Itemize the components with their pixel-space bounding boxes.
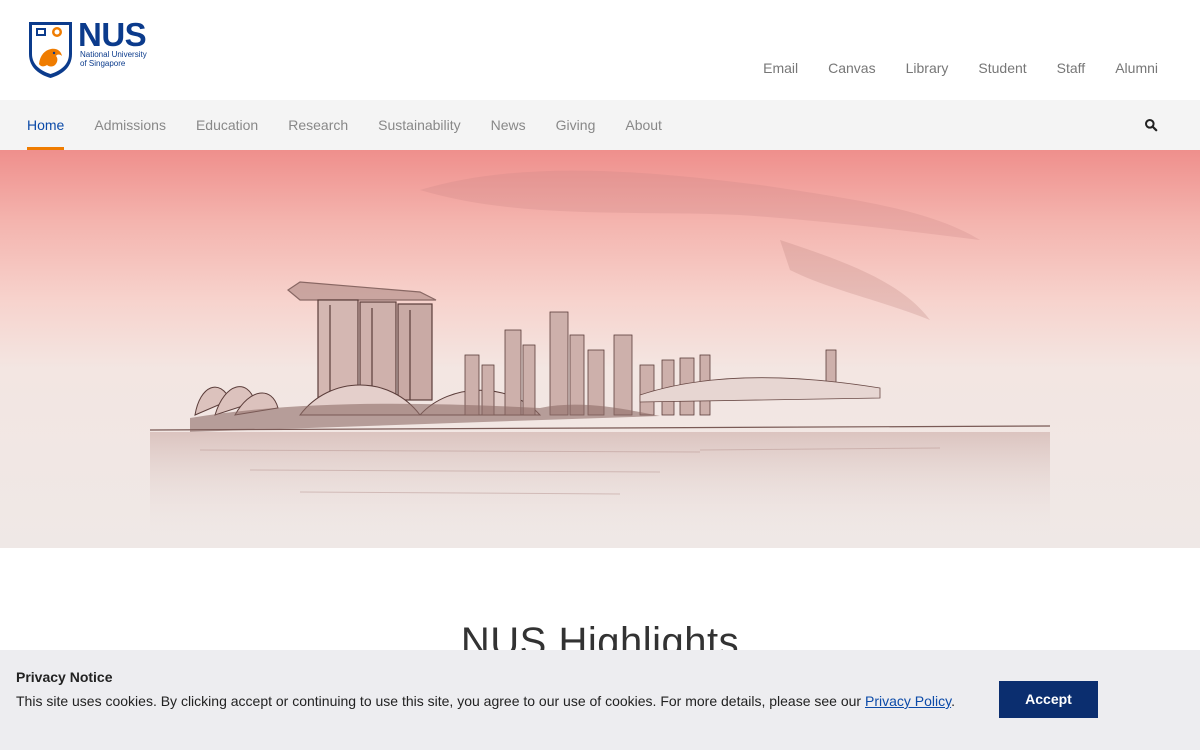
accept-button[interactable]: Accept	[999, 681, 1098, 718]
logo-subtitle-2: of Singapore	[80, 59, 126, 68]
quick-links: Email Canvas Library Student Staff Alumn…	[733, 60, 1158, 76]
quicklink-alumni[interactable]: Alumni	[1115, 60, 1158, 76]
quicklink-student[interactable]: Student	[978, 60, 1026, 76]
nav-item-news[interactable]: News	[491, 100, 526, 150]
quicklink-email[interactable]: Email	[763, 60, 798, 76]
nav-item-research[interactable]: Research	[288, 100, 348, 150]
singapore-skyline-illustration	[149, 170, 1051, 542]
search-icon[interactable]	[1144, 118, 1158, 132]
cookie-banner: Privacy Notice This site uses cookies. B…	[0, 650, 1200, 750]
quicklink-staff[interactable]: Staff	[1057, 60, 1086, 76]
nav-item-education[interactable]: Education	[196, 100, 258, 150]
main-nav: Home Admissions Education Research Susta…	[0, 100, 1200, 150]
logo-wordmark: NUS	[78, 16, 147, 53]
nav-item-sustainability[interactable]: Sustainability	[378, 100, 461, 150]
nav-item-admissions[interactable]: Admissions	[94, 100, 166, 150]
privacy-policy-link[interactable]: Privacy Policy	[865, 693, 951, 709]
cookie-text: This site uses cookies. By clicking acce…	[16, 693, 955, 709]
nav-item-home[interactable]: Home	[27, 100, 65, 150]
top-bar: NUS National University of Singapore Ema…	[0, 0, 1200, 100]
logo-subtitle-1: National University	[80, 50, 147, 59]
hero-banner	[0, 150, 1200, 548]
nav-item-about[interactable]: About	[625, 100, 662, 150]
nus-logo[interactable]: NUS National University of Singapore	[27, 16, 162, 82]
cookie-title: Privacy Notice	[16, 669, 113, 685]
quicklink-canvas[interactable]: Canvas	[828, 60, 875, 76]
nav-item-giving[interactable]: Giving	[556, 100, 596, 150]
cookie-period: .	[951, 693, 955, 709]
quicklink-library[interactable]: Library	[906, 60, 949, 76]
nus-crest-icon	[29, 22, 72, 78]
cookie-message: This site uses cookies. By clicking acce…	[16, 693, 865, 709]
